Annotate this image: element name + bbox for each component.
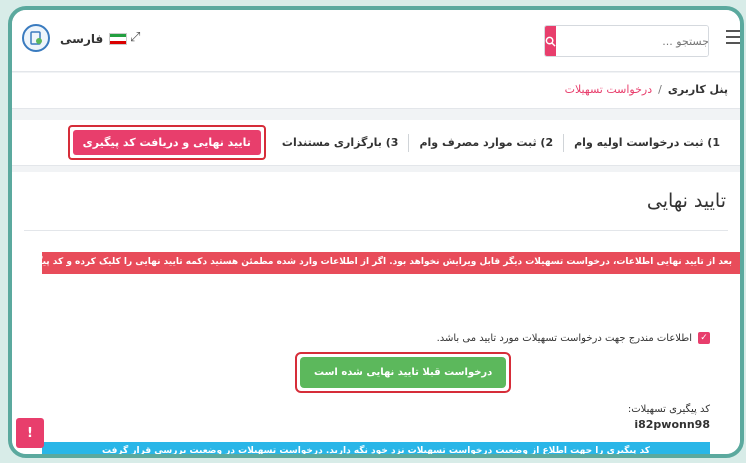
app-window: فارسی ⤢ پنل کاربری/درخواست تسهیلات 1) ث bbox=[8, 6, 744, 458]
step-tabs: 1) ثبت درخواست اولیه وام 2) ثبت موارد مص… bbox=[12, 120, 740, 166]
breadcrumb-current[interactable]: درخواست تسهیلات bbox=[565, 83, 652, 96]
expand-arrows-icon[interactable]: ⤢ bbox=[130, 30, 140, 45]
tracking-code-label: کد پیگیری تسهیلات: bbox=[627, 404, 710, 415]
hamburger-menu-icon[interactable] bbox=[726, 30, 740, 48]
divider bbox=[24, 230, 728, 231]
search-icon bbox=[545, 36, 556, 47]
breadcrumb: پنل کاربری / درخواست تسهیلات bbox=[12, 73, 740, 109]
top-bar: فارسی ⤢ bbox=[12, 10, 740, 72]
page-title: تایید نهایی bbox=[646, 190, 726, 212]
breadcrumb-root[interactable]: پنل کاربری bbox=[668, 83, 728, 96]
final-confirm-button[interactable]: درخواست قبلا تایید نهایی شده است bbox=[300, 357, 507, 388]
confirm-label: اطلاعات مندرج جهت درخواست تسهیلات مورد ت… bbox=[436, 332, 692, 344]
final-confirm-panel: تایید نهایی بعد از تایید نهایی اطلاعات، … bbox=[12, 172, 740, 454]
submit-button-highlight: درخواست قبلا تایید نهایی شده است bbox=[295, 352, 512, 393]
confirm-checkbox-row: ✓ اطلاعات مندرج جهت درخواست تسهیلات مورد… bbox=[437, 332, 710, 344]
iran-flag-icon bbox=[109, 33, 128, 45]
active-step-highlight: تایید نهایی و دریافت کد پیگیری bbox=[67, 125, 266, 160]
breadcrumb-separator: / bbox=[658, 83, 662, 96]
step-3[interactable]: 3) بارگزاری مستندات bbox=[272, 134, 409, 152]
step-1[interactable]: 1) ثبت درخواست اولیه وام bbox=[563, 133, 730, 152]
language-label: فارسی bbox=[60, 32, 104, 46]
confirm-checkbox[interactable]: ✓ bbox=[698, 332, 710, 344]
step-2[interactable]: 2) ثبت موارد مصرف وام bbox=[408, 133, 563, 152]
search-box bbox=[544, 25, 709, 57]
warning-alert: بعد از تایید نهایی اطلاعات، درخواست تسهی… bbox=[42, 252, 740, 274]
language-selector[interactable]: فارسی bbox=[60, 32, 128, 46]
step-final-confirm[interactable]: تایید نهایی و دریافت کد پیگیری bbox=[72, 130, 261, 155]
floating-alert-button[interactable]: ! bbox=[16, 418, 44, 448]
tracking-code-value: i82pwonn98 bbox=[634, 418, 710, 431]
search-button[interactable] bbox=[545, 26, 556, 56]
document-badge-icon[interactable] bbox=[22, 24, 50, 52]
info-alert: کد پیگیری را جهت اطلاع از وضعیت درخواست … bbox=[42, 442, 710, 454]
search-input[interactable] bbox=[556, 26, 708, 56]
